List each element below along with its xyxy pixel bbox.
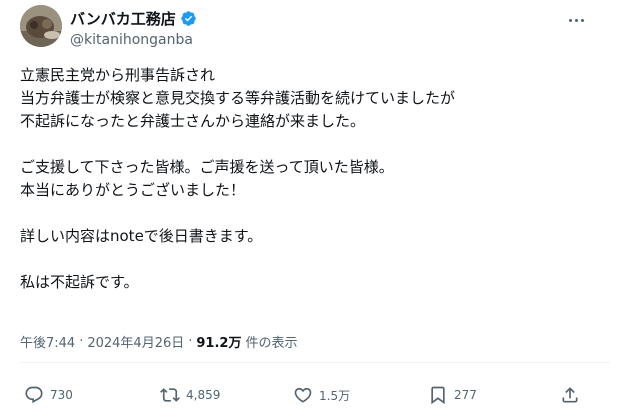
bookmark-button[interactable]: 277 [428,380,477,410]
views-label: 件の表示 [245,336,298,351]
post-line: 当方弁護士が検察と意見交換する等弁護活動を続けていましたが [20,89,456,107]
post-blank-line [20,248,620,271]
post-line: 詳しい内容はnoteで後日書きます。 [20,227,263,245]
views-count[interactable]: 91.2万 [196,332,241,351]
post-meta: 午後7:44 · 2024年4月26日 · 91.2万 件の表示 [20,332,297,351]
reply-count: 730 [50,388,73,402]
post-blank-line [20,202,620,225]
post-date[interactable]: 2024年4月26日 [87,332,184,351]
action-bar: 730 4,859 1.5万 277 [0,380,630,410]
author-display-name[interactable]: バンバカ工務店 [70,8,176,29]
more-icon[interactable] [564,10,588,30]
share-icon [562,387,578,403]
avatar[interactable] [20,5,62,47]
bookmark-count: 277 [454,388,477,402]
like-icon [294,387,312,403]
post-blank-line [20,133,620,156]
post-line: 本当にありがとうございました！ [20,181,246,199]
meta-separator: · [79,334,84,349]
reply-button[interactable]: 730 [24,380,73,410]
post-line: 私は不起訴です。 [20,273,139,291]
reply-icon [25,386,43,404]
repost-icon [160,388,180,402]
like-button[interactable]: 1.5万 [293,380,350,410]
like-count: 1.5万 [319,388,351,403]
divider [20,362,610,363]
author-handle[interactable]: @kitanihonganba [70,32,193,48]
share-button[interactable] [560,380,586,410]
post-line: ご支援して下さった皆様。ご声援を送って頂いた皆様。 [20,158,394,176]
tweet-card: バンバカ工務店 @kitanihonganba 立憲民主党から刑事告訴され 当方… [0,0,630,420]
post-time[interactable]: 午後7:44 [20,332,75,351]
repost-count: 4,859 [186,388,221,402]
post-line: 不起訴になったと弁護士さんから連絡が来ました。 [20,112,366,130]
meta-separator: · [188,334,193,349]
bookmark-icon [431,386,445,405]
post-line: 立憲民主党から刑事告訴され [20,66,216,84]
post-text: 立憲民主党から刑事告訴され 当方弁護士が検察と意見交換する等弁護活動を続けていま… [20,64,620,294]
verified-badge-icon [180,10,197,27]
author-name-row: バンバカ工務店 [70,8,197,28]
repost-button[interactable]: 4,859 [160,380,220,410]
avatar-image [20,5,62,47]
